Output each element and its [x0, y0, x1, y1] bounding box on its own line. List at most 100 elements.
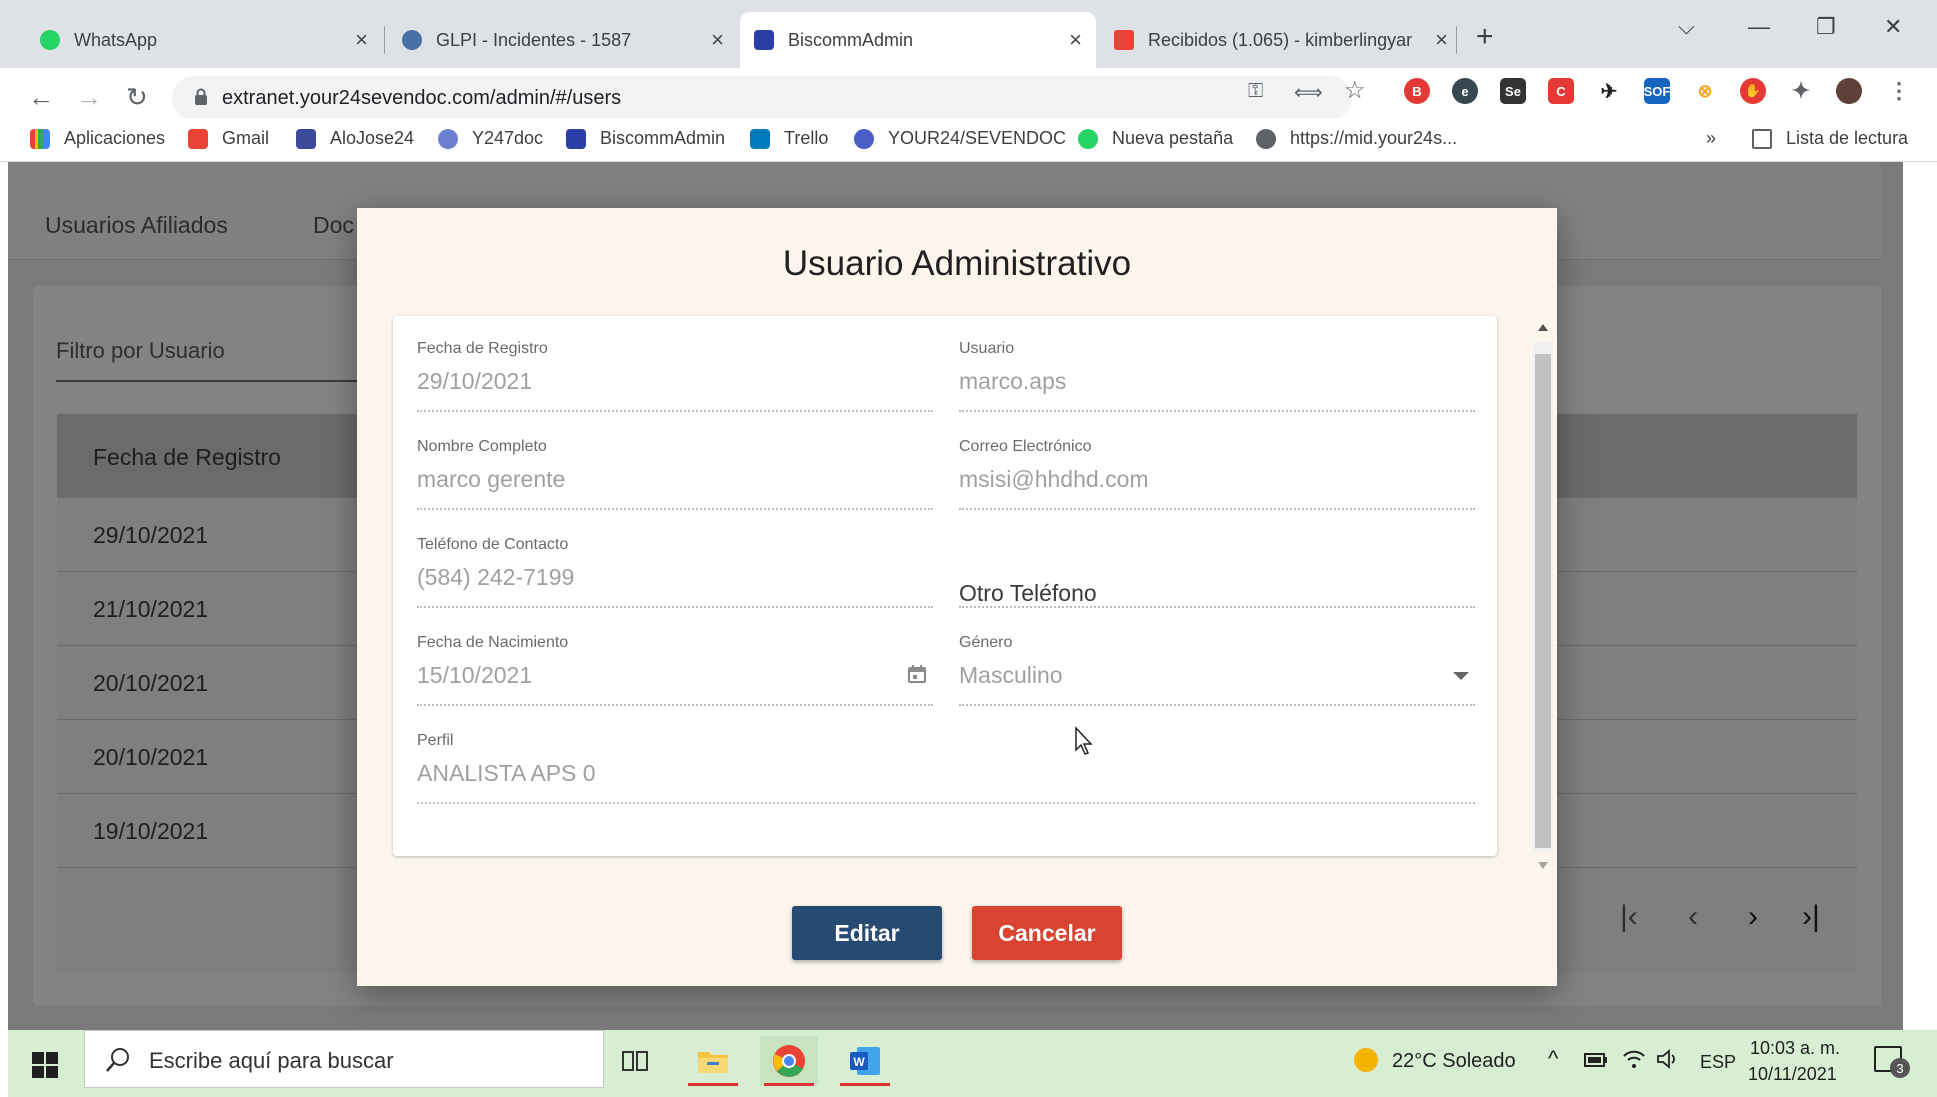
- selenium-extension-icon[interactable]: Se: [1500, 78, 1526, 104]
- prev-page-icon[interactable]: ‹: [1688, 900, 1698, 934]
- bookmark-gmail[interactable]: Gmail: [188, 128, 269, 149]
- reading-list-button[interactable]: Lista de lectura: [1752, 128, 1908, 149]
- translate-icon[interactable]: ⟺: [1294, 80, 1323, 105]
- bookmark-star-icon[interactable]: ☆: [1344, 76, 1366, 105]
- tab-biscommadmin[interactable]: BiscommAdmin ×: [740, 12, 1096, 68]
- extension-icon[interactable]: B: [1404, 78, 1430, 104]
- close-icon[interactable]: ×: [1435, 27, 1448, 53]
- nav-documentos[interactable]: Doc: [313, 212, 354, 239]
- tab-search-icon[interactable]: ⌵: [1678, 14, 1695, 40]
- biscomm-icon: [566, 128, 586, 149]
- table-cell: 29/10/2021: [93, 522, 209, 548]
- back-button[interactable]: ←: [28, 82, 54, 113]
- admin-user-dialog: Usuario Administrativo Fecha de Registro…: [357, 208, 1557, 986]
- windows-start-icon[interactable]: [32, 1052, 58, 1078]
- scroll-thumb[interactable]: [1535, 354, 1551, 848]
- first-page-icon[interactable]: |‹: [1620, 900, 1638, 934]
- bookmark-trello[interactable]: Trello: [750, 128, 828, 149]
- cancel-button[interactable]: Cancelar: [972, 906, 1122, 960]
- clock-date[interactable]: 10/11/2021: [1748, 1064, 1837, 1085]
- forward-button[interactable]: →: [76, 82, 102, 113]
- user-filter-input[interactable]: Filtro por Usuario: [56, 338, 225, 364]
- genero-select[interactable]: Género Masculino: [959, 634, 1475, 706]
- clock-time[interactable]: 10:03 a. m.: [1750, 1038, 1840, 1059]
- field-label: Género: [959, 634, 1013, 651]
- reload-button[interactable]: ↻: [126, 82, 148, 113]
- weather-text[interactable]: 22°C Soleado: [1392, 1050, 1516, 1073]
- nav-usuarios-afiliados[interactable]: Usuarios Afiliados: [45, 212, 228, 239]
- stop-extension-icon[interactable]: ✋: [1740, 78, 1766, 104]
- bookmark-mid[interactable]: https://mid.your24s...: [1256, 128, 1457, 149]
- wifi-icon[interactable]: [1622, 1048, 1646, 1070]
- last-page-icon[interactable]: ›|: [1802, 900, 1820, 934]
- tab-glpi[interactable]: GLPI - Incidentes - 1587 ×: [388, 12, 738, 68]
- new-tab-button[interactable]: +: [1476, 20, 1494, 54]
- field-label: Fecha de Registro: [417, 340, 548, 357]
- perfil-field[interactable]: Perfil ANALISTA APS 0: [417, 732, 1475, 804]
- scroll-down-icon[interactable]: [1538, 862, 1548, 869]
- running-indicator: [688, 1083, 738, 1086]
- edit-button[interactable]: Editar: [792, 906, 942, 960]
- correo-field[interactable]: Correo Electrónico msisi@hhdhd.com: [959, 438, 1475, 510]
- bookmark-your24sevendoc[interactable]: YOUR24/SEVENDOC: [854, 128, 1066, 149]
- fecha-registro-field[interactable]: Fecha de Registro 29/10/2021: [417, 340, 933, 412]
- close-icon[interactable]: ×: [711, 27, 724, 53]
- next-page-icon[interactable]: ›: [1748, 900, 1758, 934]
- close-icon[interactable]: ×: [1069, 27, 1082, 53]
- page-scrollbar[interactable]: [1881, 162, 1903, 1030]
- taskbar-search-box[interactable]: Escribe aquí para buscar: [84, 1030, 604, 1088]
- battery-icon[interactable]: [1584, 1052, 1608, 1068]
- task-view-button[interactable]: [606, 1036, 664, 1086]
- chrome-button[interactable]: [760, 1036, 818, 1086]
- bookmark-biscommadmin[interactable]: BiscommAdmin: [566, 128, 725, 149]
- notification-count-badge: 3: [1890, 1058, 1910, 1078]
- running-indicator: [840, 1083, 890, 1086]
- tab-title: WhatsApp: [74, 29, 158, 50]
- globe-icon: [1256, 128, 1276, 149]
- tab-separator: [1456, 26, 1457, 54]
- address-bar[interactable]: extranet.your24sevendoc.com/admin/#/user…: [172, 76, 1352, 120]
- telefono-field[interactable]: Teléfono de Contacto (584) 242-7199: [417, 536, 933, 608]
- word-icon: W: [850, 1047, 880, 1075]
- field-value: (584) 242-7199: [417, 564, 575, 590]
- chevron-up-icon[interactable]: ^: [1548, 1046, 1558, 1072]
- menu-kebab-icon[interactable]: ⋮: [1886, 78, 1912, 104]
- word-button[interactable]: W: [836, 1036, 894, 1086]
- profile-avatar[interactable]: [1836, 78, 1862, 104]
- bookmark-apps[interactable]: Aplicaciones: [30, 128, 165, 149]
- bookmark-y247doc[interactable]: Y247doc: [438, 128, 543, 149]
- field-label: Fecha de Nacimiento: [417, 634, 569, 651]
- language-indicator[interactable]: ESP: [1700, 1052, 1736, 1073]
- sof-extension-icon[interactable]: SOF: [1644, 78, 1670, 104]
- extensions-puzzle-icon[interactable]: ✦: [1788, 78, 1814, 104]
- fecha-nacimiento-field[interactable]: Fecha de Nacimiento 15/10/2021: [417, 634, 933, 706]
- extension-icon[interactable]: C: [1548, 78, 1574, 104]
- restore-button[interactable]: ❐: [1816, 14, 1836, 40]
- field-label: Correo Electrónico: [959, 438, 1092, 455]
- tab-whatsapp[interactable]: WhatsApp ×: [26, 12, 382, 68]
- extension-icon[interactable]: ✈: [1596, 78, 1622, 104]
- scroll-up-icon[interactable]: [1538, 324, 1548, 331]
- extension-icon[interactable]: ⊗: [1692, 78, 1718, 104]
- otro-telefono-field[interactable]: Otro Teléfono: [959, 536, 1475, 608]
- volume-icon[interactable]: [1656, 1048, 1680, 1070]
- notification-center-icon[interactable]: 3: [1874, 1046, 1910, 1078]
- bookmark-alojose24[interactable]: AloJose24: [296, 128, 414, 149]
- usuario-field[interactable]: Usuario marco.aps: [959, 340, 1475, 412]
- nombre-completo-field[interactable]: Nombre Completo marco gerente: [417, 438, 933, 510]
- more-bookmarks-button[interactable]: »: [1706, 128, 1716, 149]
- close-window-button[interactable]: ✕: [1884, 14, 1902, 40]
- extension-icon[interactable]: e: [1452, 78, 1478, 104]
- close-icon[interactable]: ×: [355, 27, 368, 53]
- column-header-fecha[interactable]: Fecha de Registro: [93, 444, 281, 471]
- dialog-scrollbar[interactable]: [1533, 316, 1553, 876]
- bookmark-label: Gmail: [222, 128, 270, 148]
- file-explorer-button[interactable]: [684, 1036, 742, 1086]
- tab-gmail[interactable]: Recibidos (1.065) - kimberlingyar ×: [1100, 12, 1462, 68]
- whatsapp-icon: [1078, 128, 1098, 149]
- bookmark-nueva-pestana[interactable]: Nueva pestaña: [1078, 128, 1233, 149]
- tab-title: Recibidos (1.065) - kimberlingyar: [1148, 29, 1413, 50]
- minimize-button[interactable]: —: [1748, 14, 1770, 40]
- calendar-icon[interactable]: [907, 664, 927, 684]
- key-icon[interactable]: ⚿: [1248, 80, 1263, 103]
